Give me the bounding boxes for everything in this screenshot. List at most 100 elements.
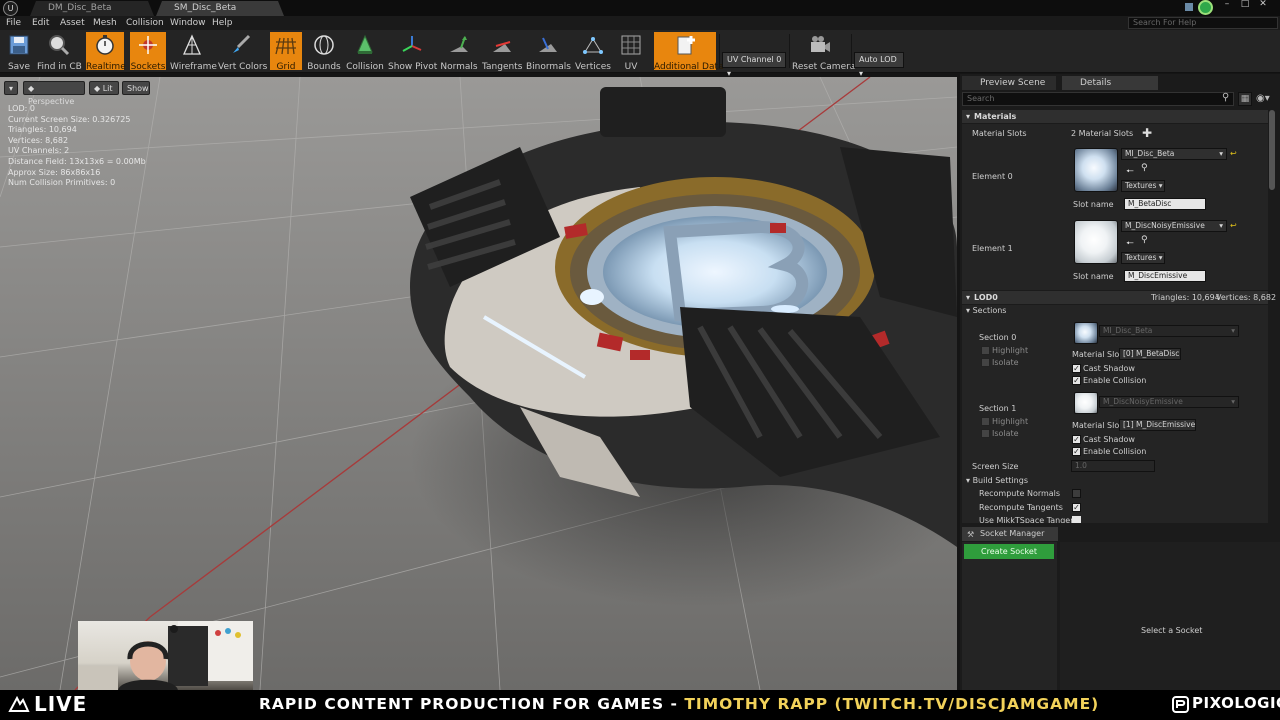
use-mikktspace-checkbox[interactable] xyxy=(1072,516,1081,523)
unreal-logo-icon[interactable]: U xyxy=(3,1,18,16)
element-0-slot-name-input[interactable]: M_BetaDisc xyxy=(1124,198,1206,210)
vertices-button[interactable]: Vertices xyxy=(574,32,612,72)
tab-socket-manager[interactable]: Socket Manager xyxy=(962,527,1058,541)
webcam-image xyxy=(78,621,253,691)
section-1-cast-shadow-checkbox[interactable]: ✓ xyxy=(1072,435,1081,444)
tab-details[interactable]: Details xyxy=(1062,76,1158,90)
section-0-material-slot-dropdown[interactable]: [0] M_BetaDisc xyxy=(1119,348,1181,360)
checkmark-icon: ✓ xyxy=(1073,447,1080,456)
element-0-textures-dropdown[interactable]: Textures ▾ xyxy=(1121,180,1165,192)
tab-label: Details xyxy=(1080,78,1112,88)
view-options-button[interactable]: ◉▾ xyxy=(1256,92,1274,106)
section-0-highlight-checkbox[interactable] xyxy=(981,346,990,355)
section-1-isolate-checkbox[interactable] xyxy=(981,429,990,438)
element-1-slot-name-input[interactable]: M_DiscEmissive xyxy=(1124,270,1206,282)
screen-size-input[interactable]: 1.0 xyxy=(1071,460,1155,472)
material-slot-label: Material Slot xyxy=(1072,350,1123,359)
tab-dm-disc-beta[interactable]: DM_Disc_Beta xyxy=(30,1,154,16)
lit-button[interactable]: ◆ Lit xyxy=(89,81,119,95)
use-selected-asset-icon[interactable]: 🠔 xyxy=(1126,164,1134,180)
material-slots-label: Material Slots xyxy=(972,129,1027,138)
browse-asset-icon[interactable]: ⚲ xyxy=(1141,163,1148,173)
tangents-button[interactable]: Tangents xyxy=(482,32,523,72)
section-1-material-slot-dropdown[interactable]: [1] M_DiscEmissive xyxy=(1119,419,1196,431)
tab-preview-scene-settings[interactable]: Preview Scene Setti xyxy=(962,76,1056,102)
slot-name-label: Slot name xyxy=(1073,272,1114,281)
create-socket-button[interactable]: Create Socket xyxy=(964,544,1054,559)
maximize-button[interactable]: □ xyxy=(1238,0,1252,10)
help-search-input[interactable]: Search For Help xyxy=(1128,17,1278,29)
section-1-material-dropdown[interactable]: M_DiscNoisyEmissive ▾ xyxy=(1099,396,1239,408)
reset-to-default-icon[interactable]: ↩ xyxy=(1230,149,1237,158)
recompute-normals-checkbox[interactable] xyxy=(1072,489,1081,498)
property-matrix-button[interactable]: ▦ xyxy=(1238,92,1252,106)
browse-asset-icon[interactable]: ⚲ xyxy=(1141,235,1148,245)
lod0-header: LOD0 xyxy=(974,293,998,302)
vert-colors-button[interactable]: Vert Colors xyxy=(218,32,267,72)
cast-shadow-label: Cast Shadow xyxy=(1083,435,1135,444)
close-window-button[interactable]: ✕ xyxy=(1256,0,1270,10)
section-0-cast-shadow-checkbox[interactable]: ✓ xyxy=(1072,364,1081,373)
build-settings-header: Build Settings xyxy=(972,476,1028,485)
bounds-button[interactable]: Bounds xyxy=(306,32,342,72)
materials-category[interactable]: ▾ Materials xyxy=(962,110,1268,123)
sockets-button[interactable]: Sockets xyxy=(130,32,166,72)
element-1-material-dropdown[interactable]: M_DiscNoisyEmissive ▾ xyxy=(1121,220,1227,232)
show-button[interactable]: Show xyxy=(122,81,150,95)
find-in-cb-button[interactable]: Find in CB xyxy=(37,32,82,72)
pixologic-logo-icon xyxy=(1172,696,1189,713)
material-thumbnail[interactable] xyxy=(1074,148,1118,192)
binormals-button[interactable]: Binormals xyxy=(526,32,571,72)
section-0-material: MI_Disc_Beta xyxy=(1103,326,1153,335)
reset-camera-button[interactable]: Reset Camera xyxy=(792,32,855,72)
menu-file[interactable]: File xyxy=(6,16,21,30)
additional-data-button[interactable]: Additional Data xyxy=(654,32,724,72)
perspective-button[interactable]: ◆ Perspective xyxy=(23,81,85,106)
section-0-isolate-checkbox[interactable] xyxy=(981,358,990,367)
section-0-material-dropdown[interactable]: MI_Disc_Beta ▾ xyxy=(1099,325,1239,337)
toolbar-label: Wireframe xyxy=(170,62,217,72)
wireframe-button[interactable]: Wireframe xyxy=(170,32,217,72)
recompute-tangents-checkbox[interactable]: ✓ xyxy=(1072,503,1081,512)
bounds-icon xyxy=(314,35,334,55)
menu-edit[interactable]: Edit xyxy=(32,16,49,30)
uv-channel-dropdown[interactable]: UV Channel 0 ▾ xyxy=(722,52,786,78)
toolbar-label: Grid xyxy=(276,62,296,72)
element-1-label: Element 1 xyxy=(972,244,1013,253)
notification-icon[interactable] xyxy=(1185,3,1193,11)
chevron-down-icon: ▾ xyxy=(1231,326,1235,335)
section-1-highlight-checkbox[interactable] xyxy=(981,417,990,426)
menu-mesh[interactable]: Mesh xyxy=(93,16,117,30)
menu-help[interactable]: Help xyxy=(212,16,233,30)
chevron-down-icon: ▾ xyxy=(1158,253,1163,262)
collision-button[interactable]: Collision xyxy=(346,32,384,72)
menu-asset[interactable]: Asset xyxy=(60,16,85,30)
section-0-enable-collision-checkbox[interactable]: ✓ xyxy=(1072,376,1081,385)
grid-button[interactable]: Grid xyxy=(270,32,302,72)
details-search-input[interactable]: Search xyxy=(962,92,1234,106)
save-button[interactable]: Save xyxy=(4,32,34,72)
menu-window[interactable]: Window xyxy=(170,16,206,30)
section-1-enable-collision-checkbox[interactable]: ✓ xyxy=(1072,447,1081,456)
normals-button[interactable]: Normals xyxy=(440,32,478,72)
source-control-status-icon[interactable] xyxy=(1198,0,1213,15)
sections-group[interactable]: ▾ Sections xyxy=(966,306,1006,315)
tab-sm-disc-beta[interactable]: SM_Disc_Beta xyxy=(156,1,284,16)
realtime-button[interactable]: Realtime xyxy=(86,32,126,72)
auto-lod-dropdown[interactable]: Auto LOD ▾ xyxy=(854,52,904,78)
menu-collision[interactable]: Collision xyxy=(126,16,164,30)
reset-to-default-icon[interactable]: ↩ xyxy=(1230,221,1237,230)
element-1-textures-dropdown[interactable]: Textures ▾ xyxy=(1121,252,1165,264)
minimize-button[interactable]: – xyxy=(1220,0,1234,10)
element-0-material-dropdown[interactable]: MI_Disc_Beta ▾ xyxy=(1121,148,1227,160)
toolbar-label: Tangents xyxy=(482,62,523,72)
lit-label: Lit xyxy=(102,84,113,93)
details-scrollbar[interactable] xyxy=(1269,110,1275,190)
show-pivot-button[interactable]: Show Pivot xyxy=(388,32,437,72)
use-selected-asset-icon[interactable]: 🠔 xyxy=(1126,236,1134,252)
material-thumbnail[interactable] xyxy=(1074,220,1118,264)
add-material-slot-button[interactable]: ✚ xyxy=(1142,127,1152,139)
viewport-options-button[interactable]: ▾ xyxy=(4,81,18,95)
build-settings-group[interactable]: ▾ Build Settings xyxy=(966,476,1028,485)
uv-button[interactable]: UV xyxy=(616,32,646,72)
